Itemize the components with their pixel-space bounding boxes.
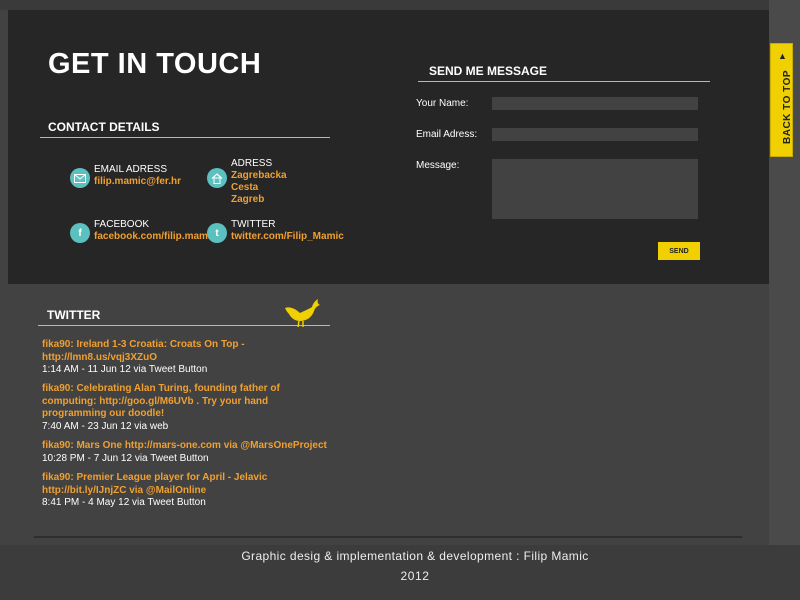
- back-to-top-label: BACK TO TOP: [782, 69, 793, 144]
- tweet-meta: 1:14 AM - 11 Jun 12 via Tweet Button: [42, 364, 208, 375]
- tweet-meta: 10:28 PM - 7 Jun 12 via Tweet Button: [42, 452, 209, 464]
- message-textarea[interactable]: [492, 159, 698, 219]
- home-icon: [207, 168, 227, 188]
- top-strip: [0, 0, 800, 10]
- name-input[interactable]: [492, 97, 698, 110]
- tweet-text[interactable]: fika90: Ireland 1-3 Croatia: Croats On T…: [42, 339, 332, 364]
- tweet-item: fika90: Celebrating Alan Turing, foundin…: [42, 383, 332, 433]
- email-label: EMAIL ADRESS: [94, 164, 167, 175]
- facebook-label: FACEBOOK: [94, 219, 150, 230]
- send-message-heading: SEND ME MESSAGE: [418, 64, 710, 82]
- send-button[interactable]: SEND: [658, 242, 700, 260]
- tweet-item: fika90: Mars One http://mars-one.com via…: [42, 440, 332, 465]
- tweet-meta: 8:41 PM - 4 May 12 via Tweet Button: [42, 497, 206, 508]
- footer-credit: Graphic desig & implementation & develop…: [241, 549, 589, 563]
- contact-details-heading: CONTACT DETAILS: [40, 120, 330, 138]
- tweet-meta: 7:40 AM - 23 Jun 12 via web: [42, 420, 169, 432]
- back-to-top-button[interactable]: ▲ BACK TO TOP: [770, 43, 793, 157]
- twitter-label: TWITTER: [231, 219, 276, 230]
- email-icon: [70, 168, 90, 188]
- address-label: ADRESS: [231, 158, 273, 169]
- tweet-item: fika90: Premier League player for April …: [42, 472, 332, 510]
- footer-divider: [34, 536, 742, 538]
- address-value: Zagrebacka Cesta Zagreb: [231, 170, 287, 205]
- footer-year: 2012: [400, 569, 430, 583]
- tweet-text[interactable]: fika90: Mars One http://mars-one.com via…: [42, 440, 332, 453]
- name-label: Your Name:: [416, 98, 469, 109]
- twitter-link[interactable]: twitter.com/Filip_Mamic: [231, 231, 344, 243]
- twitter-icon: t: [207, 223, 227, 243]
- message-label: Message:: [416, 160, 460, 171]
- arrow-up-icon: ▲: [778, 51, 787, 61]
- email-link[interactable]: filip.mamic@fer.hr: [94, 176, 181, 188]
- tweet-text[interactable]: fika90: Celebrating Alan Turing, foundin…: [42, 383, 332, 421]
- email-field-label: Email Adress:: [416, 129, 478, 140]
- tweet-item: fika90: Ireland 1-3 Croatia: Croats On T…: [42, 339, 332, 377]
- facebook-icon: f: [70, 223, 90, 243]
- email-input[interactable]: [492, 128, 698, 141]
- facebook-link[interactable]: facebook.com/filip.mamic: [94, 231, 216, 243]
- page-title: GET IN TOUCH: [48, 48, 262, 80]
- tweet-text[interactable]: fika90: Premier League player for April …: [42, 472, 332, 497]
- bird-icon: [285, 299, 320, 328]
